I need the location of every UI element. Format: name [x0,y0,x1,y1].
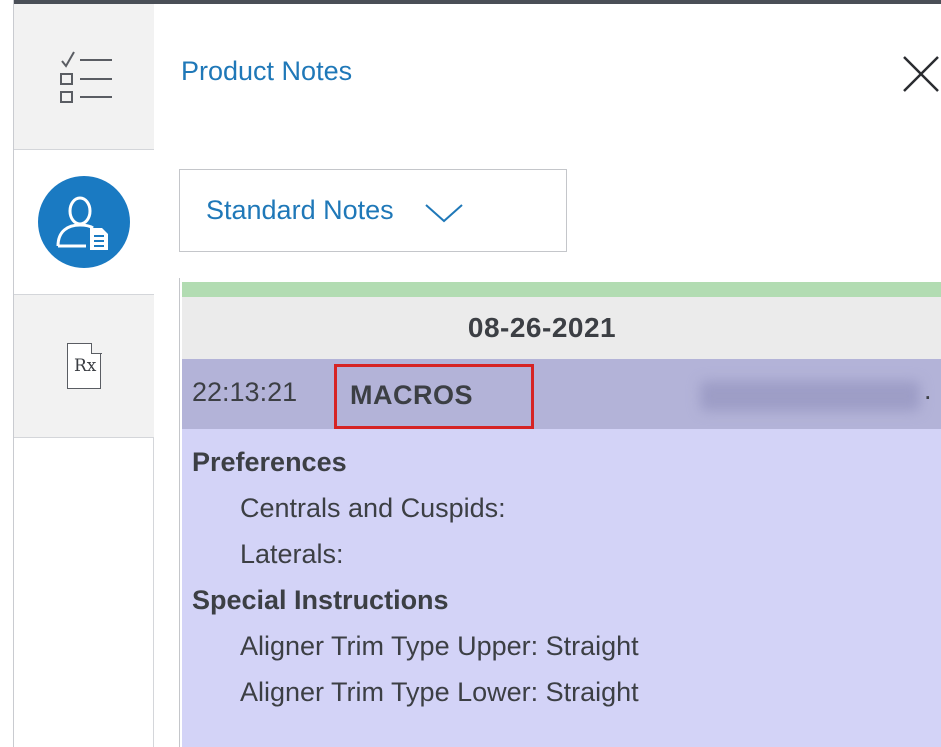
note-date: 08-26-2021 [467,312,617,343]
close-icon [903,56,939,92]
rx-icon: Rx [67,342,102,389]
rail-tab-patient-document[interactable] [14,150,155,294]
note-body: Preferences Centrals and Cuspids: Latera… [182,429,941,747]
special-instructions-heading: Special Instructions [192,585,449,615]
chevron-down-icon [424,203,463,222]
centrals-cuspids-label: Centrals and Cuspids: [240,493,506,523]
laterals-label: Laterals: [240,539,344,569]
close-button[interactable] [900,55,941,95]
note-entry-header[interactable]: 22:13:21 MACROS . [182,359,941,429]
aligner-trim-lower: Aligner Trim Type Lower: Straight [240,677,639,707]
left-rail: Rx [14,4,155,747]
note-date-row: 08-26-2021 [182,297,941,359]
note-time: 22:13:21 [192,377,298,407]
note-trailing-text: . [924,375,932,405]
rx-icon-label: Rx [74,356,97,376]
dropdown-selected-value: Standard Notes [206,195,394,225]
patient-document-icon [38,176,130,268]
notes-status-bar [182,282,941,297]
preferences-heading: Preferences [192,447,347,477]
rail-tab-checklist[interactable] [14,4,154,150]
window-left-border [0,0,14,747]
macros-highlight-box: MACROS [334,364,534,429]
note-type-label: MACROS [350,380,473,410]
notes-panel: 08-26-2021 22:13:21 MACROS . Preferences… [179,278,941,747]
redacted-author [700,381,920,411]
rail-tab-prescription[interactable]: Rx [14,294,154,438]
panel-title: Product Notes [181,56,353,86]
notes-type-dropdown[interactable]: Standard Notes [179,169,567,252]
checklist-icon [60,51,112,103]
aligner-trim-upper: Aligner Trim Type Upper: Straight [240,631,639,661]
